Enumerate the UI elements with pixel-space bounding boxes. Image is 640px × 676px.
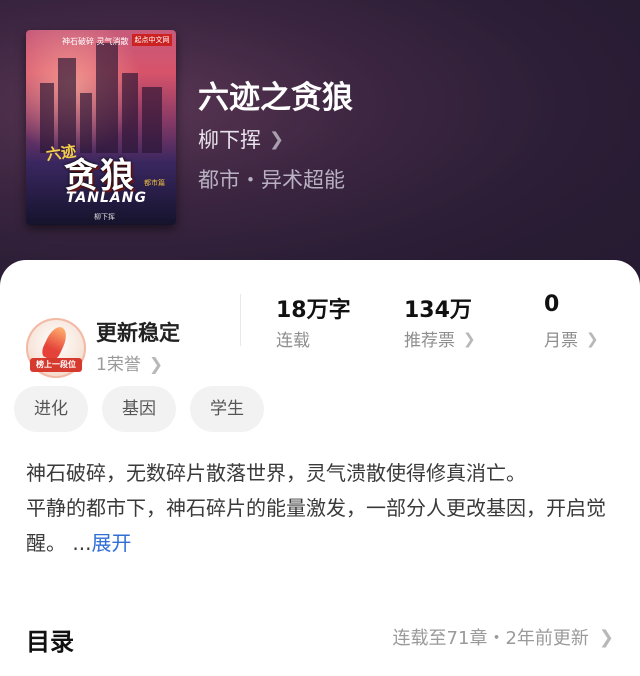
cover-building xyxy=(142,87,162,153)
chevron-right-icon: ❯ xyxy=(598,626,614,648)
cover-building xyxy=(58,58,76,153)
book-title: 六迹之贪狼 xyxy=(198,80,353,116)
stat-value: 18万字 xyxy=(276,298,351,323)
honor-count: 1荣誉 xyxy=(96,355,141,375)
book-description: 神石破碎，无数碎片散落世界，灵气溃散使得修真消亡。 平静的都市下，神石碎片的能量… xyxy=(26,456,610,561)
flame-icon xyxy=(39,323,71,363)
book-cover-image[interactable]: 神石破碎 灵气消散 起点中文网 六迹 贪狼 都市篇 TANLANG 柳下挥 xyxy=(26,30,176,225)
cover-building xyxy=(122,73,138,153)
tag-chip[interactable]: 进化 xyxy=(14,386,88,432)
ellipsis: ... xyxy=(66,531,92,555)
book-genre: 都市・异术超能 xyxy=(198,168,345,192)
expand-button[interactable]: 展开 xyxy=(91,531,131,555)
cover-author: 柳下挥 xyxy=(94,213,115,221)
toc-link[interactable]: 连载至71章・2年前更新 ❯ xyxy=(393,624,614,650)
stat-label: 连载 xyxy=(276,331,310,351)
stat-recommend-votes[interactable]: 134万 推荐票 ❯ xyxy=(404,292,476,351)
author-link[interactable]: 柳下挥 ❯ xyxy=(198,124,284,154)
cover-building xyxy=(80,93,92,153)
stat-word-count: 18万字 连载 xyxy=(276,292,351,351)
chevron-right-icon: ❯ xyxy=(148,355,164,375)
description-line-2: 平静的都市下，神石碎片的能量激发，一部分人更改基因，开启觉醒。 ...展开 xyxy=(26,491,610,561)
cover-english-title: TANLANG xyxy=(66,190,147,206)
toc-update-info: 连载至71章・2年前更新 xyxy=(392,628,589,649)
stat-monthly-votes[interactable]: 0 月票 ❯ xyxy=(544,292,599,351)
tag-list: 进化 基因 学生 xyxy=(14,386,264,432)
tag-chip[interactable]: 基因 xyxy=(102,386,176,432)
cover-publisher: 起点中文网 xyxy=(132,34,172,46)
chevron-right-icon: ❯ xyxy=(586,329,599,348)
tag-chip[interactable]: 学生 xyxy=(190,386,264,432)
stat-value: 134万 xyxy=(404,298,472,323)
book-info-card: 榜上一段位 更新稳定 1荣誉 ❯ 18万字 连载 134万 推荐票 ❯ 0 月票 ❯ … xyxy=(0,260,640,676)
cover-building xyxy=(96,43,118,153)
book-header: 神石破碎 灵气消散 起点中文网 六迹 贪狼 都市篇 TANLANG 柳下挥 六迹… xyxy=(0,0,640,300)
description-line: 神石破碎，无数碎片散落世界，灵气溃散使得修真消亡。 xyxy=(26,461,526,485)
stat-label: 推荐票 xyxy=(404,331,455,351)
chevron-right-icon: ❯ xyxy=(463,329,476,348)
honor-count-link[interactable]: 1荣誉 ❯ xyxy=(96,350,163,375)
cover-top-text: 神石破碎 灵气消散 xyxy=(62,37,129,46)
stat-value: 0 xyxy=(544,292,560,317)
cover-tag: 都市篇 xyxy=(144,179,165,187)
toc-title: 目录 xyxy=(26,628,74,656)
honor-badge-icon[interactable]: 榜上一段位 xyxy=(26,318,86,378)
chevron-right-icon: ❯ xyxy=(269,128,285,150)
update-status: 更新稳定 xyxy=(96,321,180,345)
author-name: 柳下挥 xyxy=(198,128,261,152)
badge-ribbon: 榜上一段位 xyxy=(30,358,82,372)
stats-divider xyxy=(240,294,241,346)
stat-label: 月票 xyxy=(544,331,578,351)
